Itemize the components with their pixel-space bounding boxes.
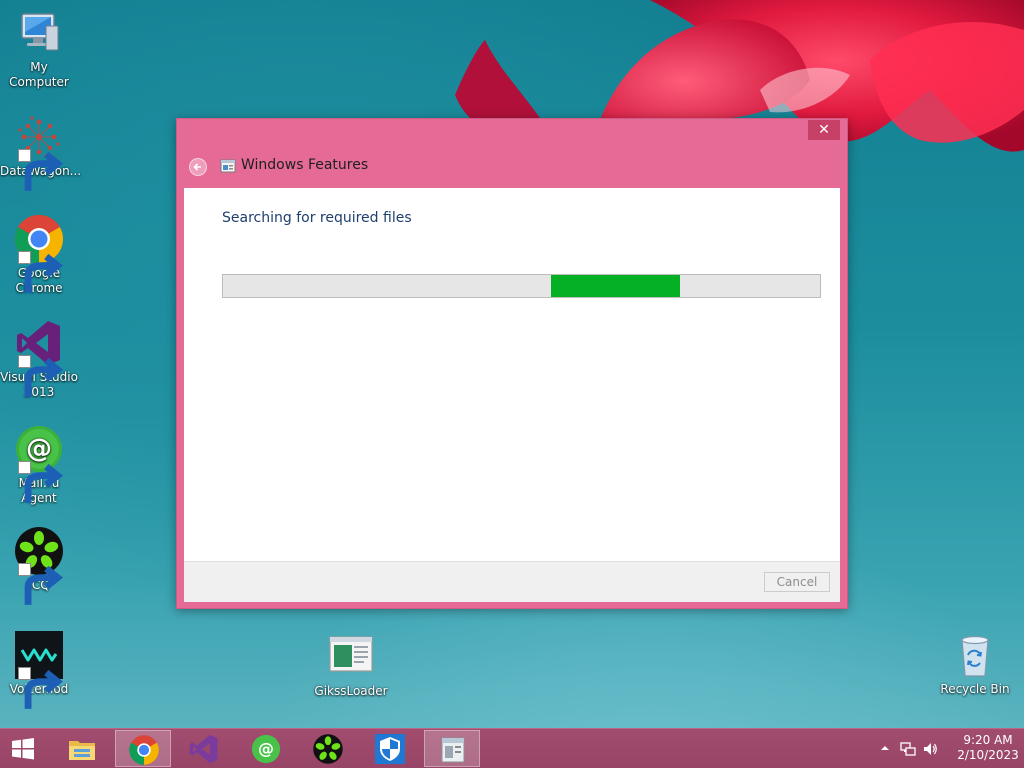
voicemod-icon — [14, 630, 64, 709]
dialog-title: Windows Features — [241, 157, 369, 173]
shortcut-arrow-icon — [18, 667, 64, 709]
desktop-icon-voicemod[interactable]: Voicemod — [0, 630, 78, 709]
desktop-icon-label: My Computer — [9, 60, 69, 89]
shortcut-arrow-icon — [18, 251, 64, 293]
desktop-icon-mailru-agent[interactable]: @ Mail.ru Agent — [0, 424, 78, 506]
clock[interactable]: 9:20 AM 2/10/2023 — [952, 733, 1024, 763]
desktop-icon-datawagon[interactable]: DataWagon... — [0, 112, 81, 191]
cancel-button[interactable]: Cancel — [764, 572, 830, 592]
icq-icon — [313, 734, 343, 764]
back-arrow-icon — [193, 163, 201, 171]
taskbar-item-mailru-agent[interactable]: @ — [238, 730, 294, 767]
desktop: My Computer DataWagon... Google Chrome V… — [0, 0, 1024, 728]
desktop-icon-gikssloader[interactable]: GikssLoader — [312, 632, 390, 699]
svg-text:@: @ — [258, 739, 274, 758]
visual-studio-icon — [14, 318, 64, 397]
volume-icon[interactable] — [922, 741, 938, 757]
show-hidden-icons-icon[interactable] — [880, 743, 890, 753]
taskbar-item-file-explorer[interactable] — [54, 730, 110, 767]
desktop-icon-recycle-bin[interactable]: Recycle Bin — [936, 630, 1014, 697]
progress-bar-fill — [551, 275, 680, 297]
shortcut-arrow-icon — [18, 149, 64, 191]
icq-icon — [14, 526, 64, 605]
shortcut-arrow-icon — [18, 355, 64, 397]
dialog-content: Searching for required files — [184, 188, 840, 561]
taskbar-item-visual-studio[interactable] — [176, 730, 232, 767]
chrome-icon — [14, 214, 64, 293]
system-tray: 9:20 AM 2/10/2023 — [864, 729, 1024, 769]
desktop-icon-icq[interactable]: ICQ — [0, 526, 78, 605]
shield-icon — [375, 734, 405, 764]
desktop-icon-visual-studio[interactable]: Visual Studio 2013 — [0, 318, 78, 400]
chrome-icon — [129, 735, 159, 765]
desktop-icon-label: GikssLoader — [314, 684, 388, 698]
network-icon[interactable] — [900, 741, 916, 757]
recycle-bin-icon — [950, 630, 1000, 680]
start-button[interactable] — [6, 735, 40, 763]
taskbar-item-google-chrome[interactable] — [115, 730, 171, 767]
close-icon: ✕ — [818, 122, 830, 138]
windows-features-icon — [220, 159, 236, 173]
desktop-icon-my-computer[interactable]: My Computer — [0, 8, 78, 90]
close-button[interactable]: ✕ — [808, 120, 840, 140]
svg-text:@: @ — [26, 434, 52, 464]
taskbar-item-windows-defender[interactable] — [362, 730, 418, 767]
visual-studio-icon — [189, 734, 218, 764]
clock-date: 2/10/2023 — [957, 748, 1019, 762]
taskbar: @ 9:20 AM 2/10/2023 — [0, 728, 1024, 768]
gikssloader-icon — [326, 632, 376, 682]
progress-bar — [222, 274, 821, 298]
desktop-icon-google-chrome[interactable]: Google Chrome — [0, 214, 78, 296]
status-text: Searching for required files — [222, 210, 412, 226]
dialog-footer: Cancel — [184, 561, 840, 602]
mailru-icon: @ — [251, 734, 281, 764]
desktop-icon-label: Recycle Bin — [940, 682, 1010, 696]
back-button[interactable] — [189, 158, 207, 176]
clock-time: 9:20 AM — [963, 733, 1013, 747]
folder-icon — [69, 741, 95, 760]
windows-features-dialog: ✕ Windows Features Searching for require… — [176, 118, 848, 609]
shortcut-arrow-icon — [18, 563, 64, 605]
windows-features-icon — [441, 737, 465, 763]
mailru-icon: @ — [14, 424, 64, 503]
datawagon-icon — [14, 112, 64, 191]
shortcut-arrow-icon — [18, 461, 64, 503]
taskbar-item-icq[interactable] — [300, 730, 356, 767]
taskbar-item-windows-features[interactable] — [424, 730, 480, 767]
computer-icon — [14, 8, 64, 58]
